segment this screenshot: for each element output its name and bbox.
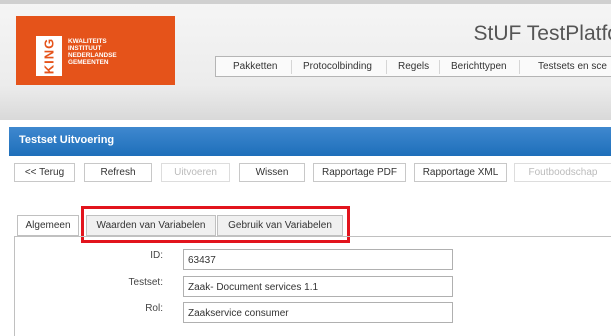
report-pdf-button[interactable]: Rapportage PDF [313, 163, 406, 182]
app-title: StUF TestPlatfo [473, 22, 611, 45]
nav-item-regels[interactable]: Regels [398, 61, 429, 72]
testset-field[interactable]: Zaak- Document services 1.1 [183, 276, 453, 297]
header: KING KWALITEITS INSTITUUT NEDERLANDSE GE… [0, 0, 611, 120]
id-field[interactable]: 63437 [183, 249, 453, 270]
king-logo-mark: KING [36, 36, 62, 76]
main-nav: Pakketten Protocolbinding Regels Bericht… [215, 56, 611, 77]
king-logo[interactable]: KING KWALITEITS INSTITUUT NEDERLANDSE GE… [16, 16, 175, 85]
report-xml-button[interactable]: Rapportage XML [414, 163, 507, 182]
back-button[interactable]: << Terug [14, 163, 75, 182]
id-label: ID: [150, 250, 163, 261]
clear-button[interactable]: Wissen [239, 163, 305, 182]
error-message-button[interactable]: Foutboodschap [514, 163, 611, 182]
tab-algemeen[interactable]: Algemeen [17, 215, 79, 236]
nav-item-pakketten[interactable]: Pakketten [233, 61, 277, 72]
section-header: Testset Uitvoering [9, 127, 611, 156]
nav-separator [519, 60, 520, 74]
execute-button[interactable]: Uitvoeren [161, 163, 230, 182]
nav-item-protocolbinding[interactable]: Protocolbinding [303, 61, 372, 72]
nav-item-testsets[interactable]: Testsets en sce [538, 61, 607, 72]
nav-separator [386, 60, 387, 74]
rol-field[interactable]: Zaakservice consumer [183, 302, 453, 323]
nav-separator [439, 60, 440, 74]
nav-item-berichttypen[interactable]: Berichttypen [451, 61, 507, 72]
testset-label: Testset: [128, 277, 163, 288]
nav-separator [291, 60, 292, 74]
section-title: Testset Uitvoering [19, 134, 115, 146]
refresh-button[interactable]: Refresh [84, 163, 152, 182]
king-logo-text: KWALITEITS INSTITUUT NEDERLANDSE GEMEENT… [68, 38, 117, 66]
rol-label: Rol: [145, 303, 163, 314]
